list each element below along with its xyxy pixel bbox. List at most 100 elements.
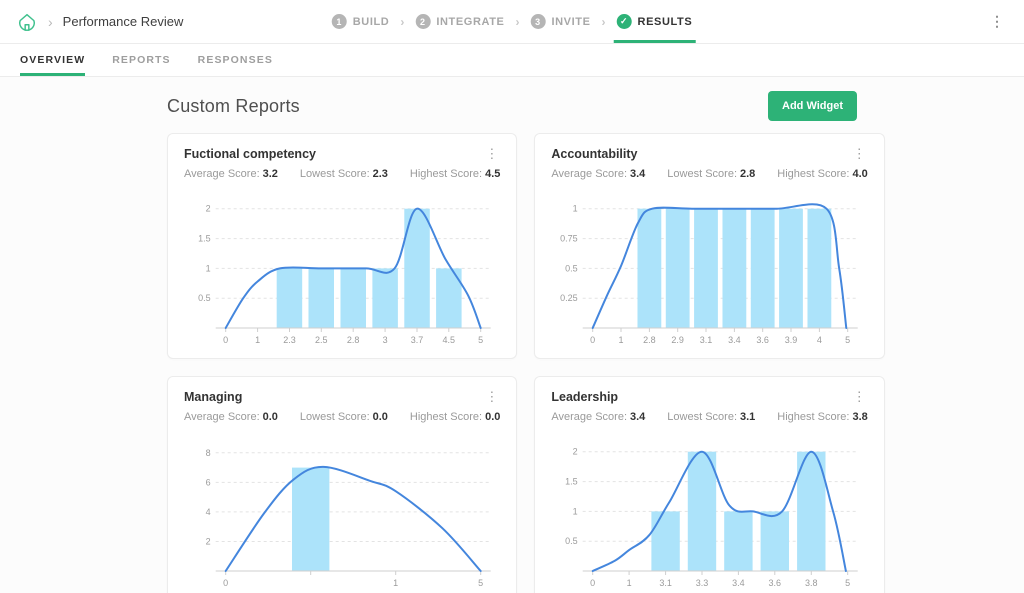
app-header: › Performance Review 1 BUILD › 2 INTEGRA… — [0, 0, 1024, 44]
svg-text:2.9: 2.9 — [672, 335, 685, 345]
tab-reports[interactable]: REPORTS — [112, 44, 170, 76]
svg-text:5: 5 — [478, 335, 483, 345]
svg-text:1: 1 — [206, 263, 211, 273]
widget-title: Fuctional competency — [184, 147, 316, 161]
step-label: INVITE — [551, 16, 590, 28]
svg-text:3.8: 3.8 — [805, 578, 818, 588]
svg-text:5: 5 — [846, 335, 851, 345]
kebab-menu-icon[interactable]: ⋮ — [851, 390, 868, 403]
widget-card-functional-competency: Fuctional competency ⋮ Average Score:3.2… — [167, 133, 517, 359]
step-results[interactable]: ✓ RESULTS — [617, 0, 693, 43]
active-tab-indicator — [20, 73, 85, 76]
histogram-density-chart: 2468015 — [184, 433, 500, 593]
svg-text:1: 1 — [573, 204, 578, 214]
widget-card-managing: Managing ⋮ Average Score:0.0 Lowest Scor… — [167, 376, 517, 593]
svg-text:1.5: 1.5 — [566, 477, 579, 487]
step-label: BUILD — [353, 16, 390, 28]
stat-lowest: Lowest Score:2.3 — [300, 168, 388, 180]
stat-average: Average Score:0.0 — [184, 411, 278, 423]
score-stats: Average Score:3.2 Lowest Score:2.3 Highe… — [184, 168, 500, 180]
kebab-menu-icon[interactable]: ⋮ — [483, 390, 500, 403]
svg-text:3.7: 3.7 — [411, 335, 424, 345]
tab-label: RESPONSES — [198, 54, 273, 66]
svg-text:3.3: 3.3 — [696, 578, 709, 588]
step-build[interactable]: 1 BUILD — [332, 0, 390, 43]
svg-text:4.5: 4.5 — [443, 335, 456, 345]
step-label: RESULTS — [638, 16, 693, 28]
svg-text:2.5: 2.5 — [315, 335, 328, 345]
svg-text:2: 2 — [206, 537, 211, 547]
section-title-row: Custom Reports Add Widget — [167, 91, 857, 121]
svg-text:0: 0 — [223, 335, 228, 345]
breadcrumb-survey-name[interactable]: Performance Review — [63, 14, 184, 29]
svg-text:0.5: 0.5 — [566, 263, 579, 273]
svg-text:0.75: 0.75 — [561, 234, 579, 244]
widget-card-leadership: Leadership ⋮ Average Score:3.4 Lowest Sc… — [534, 376, 884, 593]
tab-bar: OVERVIEW REPORTS RESPONSES — [0, 44, 1024, 77]
widget-card-accountability: Accountability ⋮ Average Score:3.4 Lowes… — [534, 133, 884, 359]
svg-text:2.8: 2.8 — [347, 335, 360, 345]
svg-text:1: 1 — [619, 335, 624, 345]
score-stats: Average Score:3.4 Lowest Score:2.8 Highe… — [551, 168, 867, 180]
svg-text:1: 1 — [393, 578, 398, 588]
kebab-menu-icon[interactable]: ⋮ — [851, 147, 868, 160]
svg-text:4: 4 — [817, 335, 822, 345]
step-integrate[interactable]: 2 INTEGRATE — [415, 0, 504, 43]
stat-lowest: Lowest Score:2.8 — [667, 168, 755, 180]
svg-text:3: 3 — [383, 335, 388, 345]
step-1-badge: 1 — [332, 14, 347, 29]
widget-title: Managing — [184, 390, 242, 404]
kebab-menu-icon[interactable]: ⋮ — [483, 147, 500, 160]
stat-highest: Highest Score:4.0 — [777, 168, 867, 180]
svg-text:2.3: 2.3 — [283, 335, 296, 345]
stat-lowest: Lowest Score:0.0 — [300, 411, 388, 423]
breadcrumb: › Performance Review — [16, 11, 183, 33]
stat-highest: Highest Score:0.0 — [410, 411, 500, 423]
svg-text:3.6: 3.6 — [769, 578, 782, 588]
page-title: Custom Reports — [167, 96, 300, 117]
step-3-badge: 3 — [530, 14, 545, 29]
svg-text:2.8: 2.8 — [644, 335, 657, 345]
home-icon[interactable] — [16, 11, 38, 33]
svg-text:2: 2 — [573, 447, 578, 457]
chevron-right-icon: › — [400, 15, 404, 29]
check-icon: ✓ — [617, 14, 632, 29]
active-step-indicator — [614, 40, 696, 43]
stat-average: Average Score:3.4 — [551, 168, 645, 180]
step-invite[interactable]: 3 INVITE — [530, 0, 590, 43]
kebab-menu-icon[interactable]: ⋮ — [986, 13, 1008, 30]
custom-reports-section: Custom Reports Add Widget Fuctional comp… — [167, 77, 857, 593]
widget-grid: Fuctional competency ⋮ Average Score:3.2… — [167, 133, 857, 593]
card-header: Accountability ⋮ — [551, 147, 867, 161]
svg-text:3.4: 3.4 — [729, 335, 742, 345]
stat-highest: Highest Score:4.5 — [410, 168, 500, 180]
widget-title: Accountability — [551, 147, 637, 161]
histogram-density-chart: 0.511.52013.13.33.43.63.85 — [551, 433, 867, 593]
tab-overview[interactable]: OVERVIEW — [20, 44, 85, 76]
svg-text:3.4: 3.4 — [733, 578, 746, 588]
svg-text:1.5: 1.5 — [198, 234, 211, 244]
add-widget-button[interactable]: Add Widget — [768, 91, 857, 121]
tab-label: OVERVIEW — [20, 54, 85, 66]
stat-highest: Highest Score:3.8 — [777, 411, 867, 423]
svg-text:1: 1 — [573, 506, 578, 516]
svg-text:4: 4 — [206, 507, 211, 517]
svg-text:8: 8 — [206, 448, 211, 458]
svg-text:0.25: 0.25 — [561, 293, 579, 303]
svg-text:0.5: 0.5 — [566, 536, 579, 546]
svg-text:5: 5 — [478, 578, 483, 588]
widget-title: Leadership — [551, 390, 618, 404]
svg-text:1: 1 — [255, 335, 260, 345]
card-header: Leadership ⋮ — [551, 390, 867, 404]
svg-text:0: 0 — [591, 578, 596, 588]
step-label: INTEGRATE — [436, 16, 504, 28]
histogram-density-chart: 0.250.50.751012.82.93.13.43.63.945 — [551, 190, 867, 350]
histogram-density-chart: 0.511.52012.32.52.833.74.55 — [184, 190, 500, 350]
wizard-steps: 1 BUILD › 2 INTEGRATE › 3 INVITE › ✓ RES… — [332, 0, 693, 43]
tab-responses[interactable]: RESPONSES — [198, 44, 273, 76]
stat-lowest: Lowest Score:3.1 — [667, 411, 755, 423]
svg-text:3.1: 3.1 — [700, 335, 713, 345]
svg-text:5: 5 — [846, 578, 851, 588]
stat-average: Average Score:3.2 — [184, 168, 278, 180]
card-header: Managing ⋮ — [184, 390, 500, 404]
